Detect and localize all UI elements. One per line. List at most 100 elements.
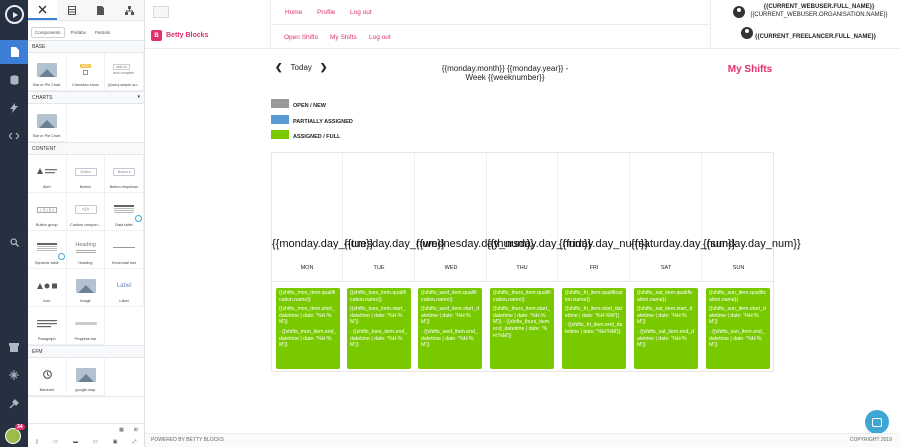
store-icon[interactable]: ▦	[119, 427, 124, 433]
nav-logout-link[interactable]: Log out	[350, 9, 372, 16]
chevron-down-icon: ▾	[137, 94, 140, 100]
tab-components[interactable]: Components	[31, 26, 65, 38]
component-custom[interactable]: </> Custom compon...	[66, 193, 106, 231]
section-base[interactable]: BASE	[28, 41, 144, 53]
connections-icon[interactable]	[0, 363, 28, 387]
page-tab-icon[interactable]	[86, 0, 115, 20]
component-alert[interactable]: Alert	[28, 155, 67, 193]
section-efm[interactable]: EFM	[28, 346, 144, 358]
nav-home-link[interactable]: Home	[285, 9, 302, 16]
today-button[interactable]: Today	[291, 63, 312, 72]
shift-card-tue[interactable]: {{shifts_tues_item.qualification.name}}{…	[347, 288, 411, 369]
day-column-fri: {{friday.day_num}} FRI	[559, 153, 648, 282]
page-canvas: B Betty Blocks Home Profile Log out Open…	[145, 0, 900, 447]
avatar[interactable]: 34	[5, 424, 25, 444]
component-heading[interactable]: Heading Heading	[66, 231, 106, 269]
paragraph-icon	[37, 319, 57, 327]
chat-button[interactable]	[865, 410, 889, 434]
component-barchart[interactable]: Barchart	[28, 358, 67, 396]
section-charts[interactable]: CHARTS ▾	[28, 92, 144, 104]
day-column-mon: {{monday.day_num}} MON	[272, 153, 373, 282]
panel-top-tabs	[28, 0, 144, 21]
code-icon[interactable]	[0, 124, 28, 148]
panel-subtabs: Components Prefabs Partials	[28, 24, 144, 41]
component-label[interactable]: Label Label	[105, 269, 144, 307]
store-icon[interactable]	[0, 335, 28, 359]
prev-week-button[interactable]: ❮	[275, 62, 283, 73]
component-dynamic-table[interactable]: Dynamic table	[28, 231, 67, 269]
week-title: {{monday.month}} {{monday.year}} - Week …	[441, 64, 569, 82]
panel-bottom-toolbar: ▦ ⊞ ▯ ▭ ▬ ▭ ▣ ⤢	[28, 423, 144, 447]
button-dropdown-icon: Button ▾	[113, 167, 136, 176]
tab-partials[interactable]: Partials	[92, 28, 113, 37]
day-column-tue: {{tuesday.day_num}} TUE	[344, 153, 445, 282]
shift-card-fri[interactable]: {{shifts_fri_item.qualification.name}}{{…	[562, 288, 626, 369]
code-icon: </>	[74, 205, 97, 214]
dynamic-table-icon	[37, 242, 57, 251]
component-google-map[interactable]: google-map	[66, 358, 106, 396]
heading-icon: Heading	[75, 242, 96, 248]
component-progress-bar[interactable]: Progress bar	[66, 307, 106, 345]
components-panel: Components Prefabs Partials BASE Bar or …	[28, 0, 145, 447]
component-bar-pie-chart[interactable]: Bar or Pie Chart	[28, 53, 67, 91]
component-chart-bar-pie[interactable]: Bar or Pie Chart	[28, 104, 67, 142]
desktop-icon[interactable]: ▭	[93, 439, 98, 445]
page-icon[interactable]	[0, 40, 28, 64]
component-horizontal-rule[interactable]: Horizontal rule	[105, 231, 144, 269]
components-tab-icon[interactable]	[28, 0, 57, 20]
search-icon[interactable]	[0, 230, 28, 254]
legend-item: OPEN / NEW	[271, 97, 326, 109]
svg-text:2: 2	[46, 208, 48, 212]
component-data-table[interactable]: Data table	[105, 193, 144, 231]
database-tab-icon[interactable]	[57, 0, 86, 20]
shift-card-mon[interactable]: {{shifts_mon_item.qualification.name}}{{…	[276, 288, 340, 369]
brand-logo[interactable]: B Betty Blocks	[151, 30, 208, 41]
tablet-icon[interactable]: ▭	[53, 439, 58, 445]
image-icon	[37, 62, 57, 77]
calendar-header: {{monday.day_num}} MON {{tuesday.day_num…	[272, 153, 801, 282]
powered-by: POWERED BY BETTY BLOCKS	[151, 437, 224, 443]
page-title: My Shifts	[727, 64, 773, 75]
section-content[interactable]: CONTENT	[28, 143, 144, 155]
legend-item: PARTIALLY ASSIGNED	[271, 113, 353, 125]
mobile-icon[interactable]: ▯	[36, 439, 39, 445]
component-checkbox-show[interactable]: DEV Checkbox show	[66, 53, 106, 91]
checkbox-icon	[83, 70, 89, 75]
component-button-dropdown[interactable]: Button ▾ Button dropdown	[105, 155, 144, 193]
component-button-group[interactable]: 123 Button group	[28, 193, 67, 231]
component-jquery-autocomplete[interactable]: auto co auto complete jQuery simple au..…	[105, 53, 144, 91]
laptop-icon[interactable]: ▬	[73, 439, 78, 445]
tab-prefabs[interactable]: Prefabs	[68, 28, 90, 37]
database-icon[interactable]	[0, 68, 28, 92]
shift-card-sat[interactable]: {{shifts_sat_item.qualification.name}}{{…	[634, 288, 698, 369]
image-icon	[75, 278, 96, 293]
table-icon	[114, 204, 135, 213]
grid-icon[interactable]: ⊞	[134, 427, 138, 433]
week-calendar: {{monday.day_num}} MON {{tuesday.day_num…	[271, 152, 801, 372]
nav-profile-link[interactable]: Profile	[317, 9, 335, 16]
shift-card-thu[interactable]: {{shifts_thurs_item.qualification.name}}…	[490, 288, 554, 369]
content-grid: Alert Button Button Button ▾ Button drop…	[28, 155, 144, 346]
component-button[interactable]: Button Button	[66, 155, 106, 193]
component-icon[interactable]: Icon	[28, 269, 67, 307]
nav-logout-link-2[interactable]: Log out	[369, 34, 391, 41]
charts-grid: Bar or Pie Chart	[28, 104, 144, 143]
day-column-sun: {{sunday.day_num}} SUN	[703, 238, 801, 271]
next-week-button[interactable]: ❯	[320, 62, 328, 73]
button-group-icon: 123	[37, 206, 57, 213]
monitor-icon[interactable]: ▣	[113, 439, 118, 445]
nav-my-shifts-link[interactable]: My Shifts	[330, 34, 357, 41]
icons-icon	[37, 282, 57, 289]
lightning-icon[interactable]	[0, 96, 28, 120]
fullscreen-icon[interactable]: ⤢	[132, 439, 136, 445]
info-icon	[57, 253, 65, 260]
image-icon	[37, 113, 57, 128]
tools-icon[interactable]	[0, 392, 28, 416]
component-image[interactable]: Image	[66, 269, 106, 307]
shift-card-sun[interactable]: {{shifts_sun_item.qualification.name}}{{…	[706, 288, 770, 369]
shift-card-wed[interactable]: {{shifts_wed_item.qualification.name}}{{…	[418, 288, 482, 369]
play-icon[interactable]	[5, 5, 24, 24]
nav-open-shifts-link[interactable]: Open Shifts	[284, 34, 318, 41]
component-paragraph[interactable]: Paragraph	[28, 307, 67, 345]
tree-tab-icon[interactable]	[115, 0, 144, 20]
